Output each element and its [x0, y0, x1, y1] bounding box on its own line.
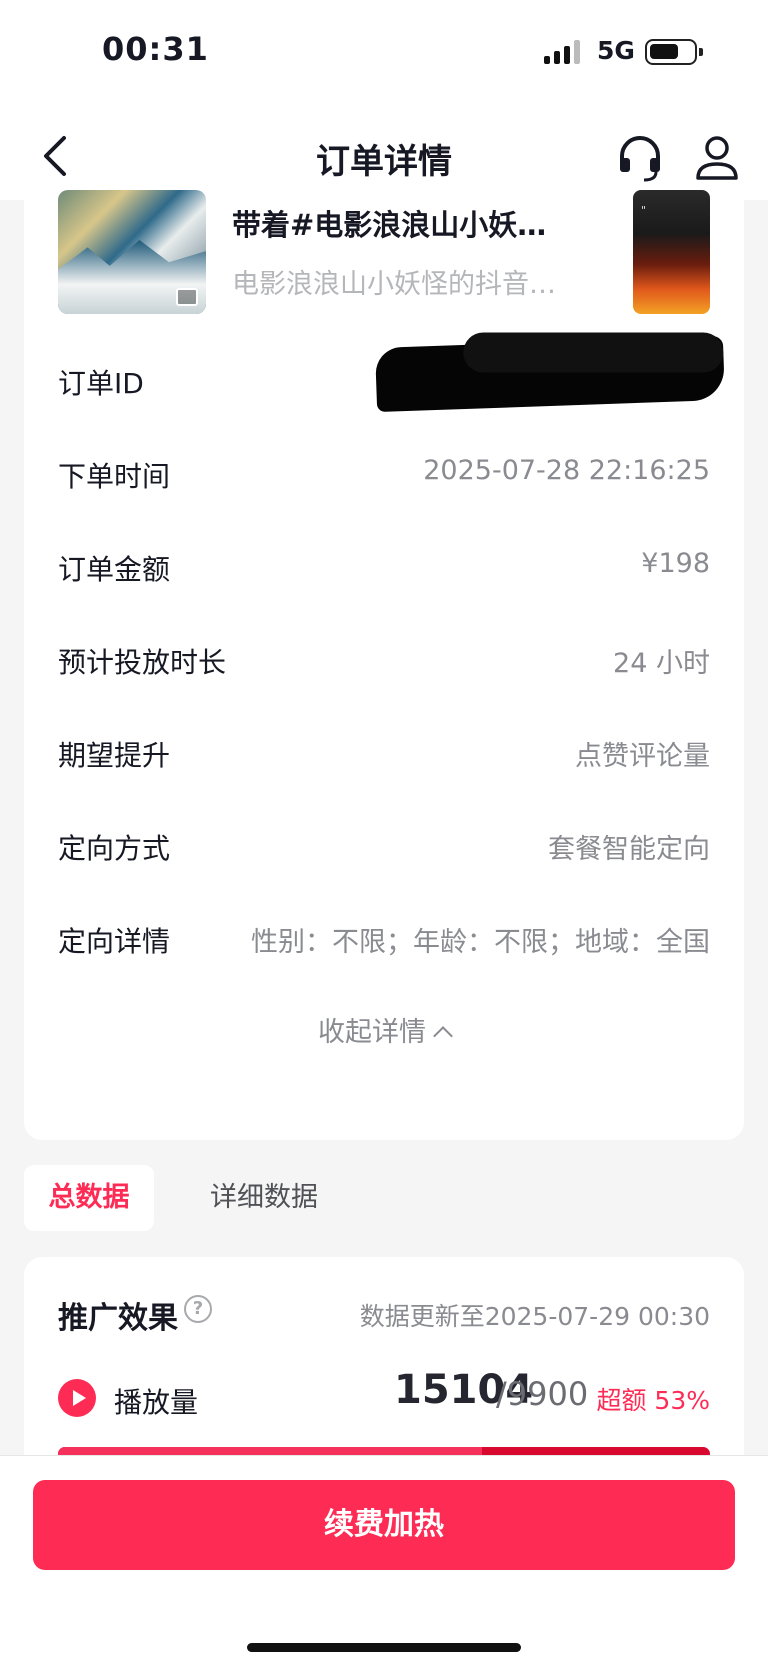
bottom-action-bar: 续费加热 [0, 1455, 768, 1665]
order-time-label: 下单时间 [58, 460, 171, 493]
duration-value: 24 小时 [613, 648, 710, 679]
nav-bar: 订单详情 [0, 110, 768, 200]
home-indicator [247, 1643, 521, 1652]
status-bar: 00:31 5G [0, 0, 768, 110]
image-icon [176, 288, 198, 306]
targeting-detail-value: 性别：不限；年龄：不限；地域：全国 [251, 927, 710, 958]
chevron-up-icon [433, 1026, 453, 1046]
status-time: 00:31 [102, 30, 209, 68]
video-row[interactable]: 带着#电影浪浪山小妖… 电影浪浪山小妖怪的抖音… " [24, 190, 744, 314]
order-info-card: 带着#电影浪浪山小妖… 电影浪浪山小妖怪的抖音… " 订单ID 下单时间 202… [24, 190, 744, 1140]
views-target: /9900 [496, 1375, 589, 1413]
video-title: 带着#电影浪浪山小妖… [232, 208, 547, 242]
tab-detailed-data[interactable]: 详细数据 [194, 1165, 334, 1231]
play-icon [58, 1379, 96, 1417]
over-target-badge: 超额 53% [596, 1386, 710, 1415]
goal-row: 期望提升 点赞评论量 [58, 722, 710, 782]
targeting-mode-label: 定向方式 [58, 832, 171, 865]
tab-total-data[interactable]: 总数据 [24, 1165, 154, 1231]
order-amount-row: 订单金额 ¥198 [58, 536, 710, 596]
duration-row: 预计投放时长 24 小时 [58, 629, 710, 689]
goal-value: 点赞评论量 [575, 741, 710, 772]
goal-label: 期望提升 [58, 739, 171, 772]
back-icon[interactable] [38, 134, 78, 178]
video-subtitle: 电影浪浪山小妖怪的抖音… [232, 269, 556, 300]
video-thumbnail[interactable] [58, 190, 206, 314]
redaction-mark [374, 335, 726, 413]
battery-icon [645, 39, 703, 65]
order-time-row: 下单时间 2025-07-28 22:16:25 [58, 443, 710, 503]
order-time-value: 2025-07-28 22:16:25 [423, 455, 710, 486]
order-id-row: 订单ID [58, 335, 726, 413]
order-id-label: 订单ID [58, 367, 144, 400]
signal-icon [544, 40, 584, 64]
help-icon[interactable]: ? [184, 1295, 212, 1323]
data-updated-time: 数据更新至2025-07-29 00:30 [359, 1302, 710, 1331]
order-amount-label: 订单金额 [58, 553, 171, 586]
targeting-mode-row: 定向方式 套餐智能定向 [58, 815, 710, 875]
renew-boost-button[interactable]: 续费加热 [33, 1480, 735, 1570]
collapse-details-button[interactable]: 收起详情 [24, 1010, 744, 1049]
data-tabs: 总数据 详细数据 [24, 1165, 744, 1231]
effect-title: 推广效果 [58, 1301, 178, 1336]
collapse-details-label: 收起详情 [318, 1017, 426, 1048]
targeting-detail-label: 定向详情 [58, 925, 171, 958]
customer-service-icon[interactable] [616, 134, 664, 182]
video-cover-thumbnail[interactable]: " [633, 190, 710, 314]
targeting-detail-row: 定向详情 性别：不限；年龄：不限；地域：全国 [58, 908, 710, 968]
network-label: 5G [597, 36, 635, 65]
order-amount-value: ¥198 [641, 548, 710, 579]
targeting-mode-value: 套餐智能定向 [548, 834, 710, 865]
user-icon[interactable] [694, 134, 740, 182]
views-label: 播放量 [114, 1386, 199, 1419]
duration-label: 预计投放时长 [58, 646, 227, 679]
